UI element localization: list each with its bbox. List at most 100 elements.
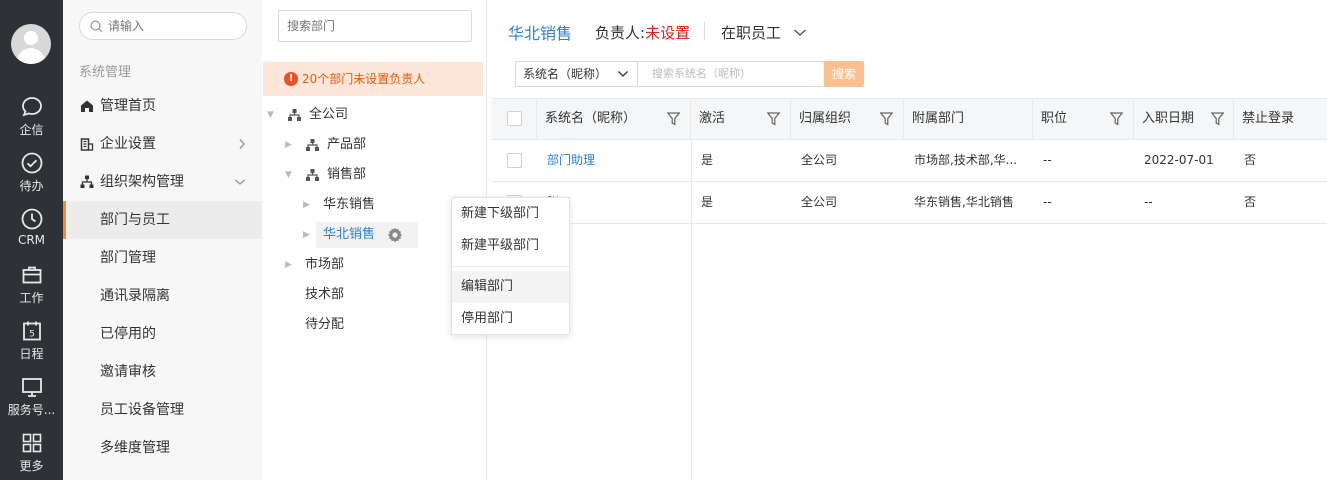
menu-search[interactable] xyxy=(79,12,247,40)
rail-label: 更多 xyxy=(19,459,44,473)
caret-right-icon[interactable]: ▶ xyxy=(303,192,310,218)
tree-node-label: 华北销售 xyxy=(323,227,376,242)
search-input[interactable]: 搜索系统名（昵称） xyxy=(637,61,825,87)
tree-node-label: 技术部 xyxy=(305,287,345,302)
menu-new-sibling-dept[interactable]: 新建平级部门 xyxy=(452,230,569,262)
warning-icon: ! xyxy=(284,72,298,86)
menu-item-dept-staff[interactable]: 部门与员工 xyxy=(63,201,262,239)
filter-icon[interactable] xyxy=(667,112,680,126)
menu-new-child-dept[interactable]: 新建下级部门 xyxy=(452,198,569,230)
column-header-org[interactable]: 归属组织 xyxy=(791,99,904,139)
rail-item-todo[interactable]: 待办 xyxy=(0,151,63,194)
menu-item-disabled[interactable]: 已停用的 xyxy=(63,315,262,353)
admin-menu: 系统管理 管理首页 企业设置 组织架构管理 部门与员工 部门管理 通讯录隔离 已… xyxy=(63,0,262,480)
tree-node-sales[interactable]: ▼ 销售部 xyxy=(263,162,483,188)
tree-search-input[interactable] xyxy=(287,12,467,40)
menu-item-company-settings[interactable]: 企业设置 xyxy=(63,125,262,163)
row-checkbox[interactable] xyxy=(507,153,522,168)
tree-node-tech[interactable]: 技术部 xyxy=(263,282,483,308)
menu-disable-dept[interactable]: 停用部门 xyxy=(452,303,569,335)
column-divider xyxy=(691,140,692,480)
tree-node-marketing[interactable]: ▶ 市场部 xyxy=(263,252,483,278)
menu-item-multi-dimension[interactable]: 多维度管理 xyxy=(63,429,262,467)
filter-icon[interactable] xyxy=(880,112,893,126)
tree-node-north-sales[interactable]: ▶ 华北销售 xyxy=(263,222,483,248)
avatar[interactable] xyxy=(11,24,51,64)
column-header-position[interactable]: 职位 xyxy=(1033,99,1134,139)
chevron-down-icon xyxy=(618,71,628,77)
menu-item-device-management[interactable]: 员工设备管理 xyxy=(63,391,262,429)
tree-node-unassigned[interactable]: 待分配 xyxy=(263,312,483,338)
tree-node-east-sales[interactable]: ▶ 华东销售 xyxy=(263,192,483,218)
status-dropdown[interactable]: 在职员工 xyxy=(721,22,806,43)
menu-item-dept-management[interactable]: 部门管理 xyxy=(63,239,262,277)
filter-icon[interactable] xyxy=(1110,112,1123,126)
menu-item-label: 部门与员工 xyxy=(100,212,170,228)
menu-item-contact-isolation[interactable]: 通讯录隔离 xyxy=(63,277,262,315)
tree-node-label: 待分配 xyxy=(305,317,345,332)
caret-right-icon[interactable]: ▶ xyxy=(285,252,292,278)
cell-position: -- xyxy=(1043,153,1052,167)
tree-node-company[interactable]: ▼ 全公司 xyxy=(263,102,483,128)
menu-item-org-management[interactable]: 组织架构管理 xyxy=(63,163,262,201)
menu-search-input[interactable] xyxy=(108,17,238,35)
column-header-name[interactable]: 系统名（昵称） xyxy=(537,99,691,139)
rail-item-service[interactable]: 服务号... xyxy=(0,375,63,418)
column-header-join-date[interactable]: 入职日期 xyxy=(1134,99,1234,139)
column-header-active[interactable]: 激活 xyxy=(691,99,791,139)
rail-item-calendar[interactable]: 5 日程 xyxy=(0,319,63,362)
menu-item-label: 已停用的 xyxy=(100,326,156,342)
table-row[interactable]: 部门助理 是 全公司 市场部,技术部,华... -- 2022-07-01 否 xyxy=(491,140,1327,182)
tree-node-label: 华东销售 xyxy=(323,197,376,212)
cell-depts: 华东销售,华北销售 xyxy=(914,195,1014,209)
dept-context-menu: 新建下级部门 新建平级部门 编辑部门 停用部门 xyxy=(451,197,570,335)
status-label: 在职员工 xyxy=(721,24,782,42)
tree-node-label: 销售部 xyxy=(327,167,367,182)
rail-item-work[interactable]: 工作 xyxy=(0,263,63,306)
cell-org: 全公司 xyxy=(801,195,838,209)
warning-banner[interactable]: ! 20个部门未设置负责人 xyxy=(263,62,483,96)
building-icon xyxy=(80,138,94,151)
cell-name[interactable]: 部门助理 xyxy=(537,140,691,181)
caret-down-icon[interactable]: ▼ xyxy=(267,102,274,128)
caret-right-icon[interactable]: ▶ xyxy=(303,222,310,248)
menu-edit-dept[interactable]: 编辑部门 xyxy=(452,271,569,303)
tree-node-product[interactable]: ▶ 产品部 xyxy=(263,132,483,158)
rail-label: 工作 xyxy=(19,291,44,305)
menu-item-label: 邀请审核 xyxy=(100,364,156,380)
cell-login: 否 xyxy=(1244,195,1257,209)
column-header-depts[interactable]: 附属部门 xyxy=(904,99,1033,139)
select-all-checkbox[interactable] xyxy=(507,111,522,126)
table-row[interactable]: 张三 是 全公司 华东销售,华北销售 -- -- 否 xyxy=(491,182,1327,224)
search-field-select[interactable]: 系统名（昵称） xyxy=(515,61,637,87)
dept-owner: 负责人:未设置 xyxy=(595,22,690,43)
search-button[interactable]: 搜索 xyxy=(824,61,864,87)
rail-item-chat[interactable]: 企信 xyxy=(0,95,63,138)
warning-text: 20个部门未设置负责人 xyxy=(302,72,426,86)
menu-item-label: 管理首页 xyxy=(100,98,156,114)
org-node-icon xyxy=(306,139,319,151)
owner-label: 负责人: xyxy=(595,24,646,42)
cell-active: 是 xyxy=(701,153,714,167)
filter-icon[interactable] xyxy=(1211,112,1224,126)
column-header-login-ban[interactable]: 禁止登录 xyxy=(1234,99,1327,139)
search-placeholder: 搜索系统名（昵称） xyxy=(652,67,751,80)
main-content: 华北销售 负责人:未设置 在职员工 系统名（昵称） 搜索系统名（昵称） 搜索 系… xyxy=(488,0,1327,480)
tree-search[interactable] xyxy=(278,10,472,42)
cell-depts: 市场部,技术部,华... xyxy=(914,153,1018,167)
caret-right-icon[interactable]: ▶ xyxy=(285,132,292,158)
gear-icon[interactable] xyxy=(387,227,403,243)
menu-item-home[interactable]: 管理首页 xyxy=(63,87,262,125)
org-node-icon xyxy=(288,109,301,121)
monitor-icon xyxy=(21,378,42,397)
rail-item-more[interactable]: 更多 xyxy=(0,431,63,474)
caret-down-icon[interactable]: ▼ xyxy=(285,162,292,188)
home-icon xyxy=(81,100,93,112)
briefcase-icon xyxy=(22,266,41,284)
filter-icon[interactable] xyxy=(767,112,780,126)
rail-label: 日程 xyxy=(19,347,44,361)
cell-date: 2022-07-01 xyxy=(1144,153,1214,167)
rail-item-crm[interactable]: CRM xyxy=(0,207,63,247)
menu-item-invite-review[interactable]: 邀请审核 xyxy=(63,353,262,391)
app-rail: 企信 待办 CRM 工作 5 日程 服务号... 更多 xyxy=(0,0,63,480)
